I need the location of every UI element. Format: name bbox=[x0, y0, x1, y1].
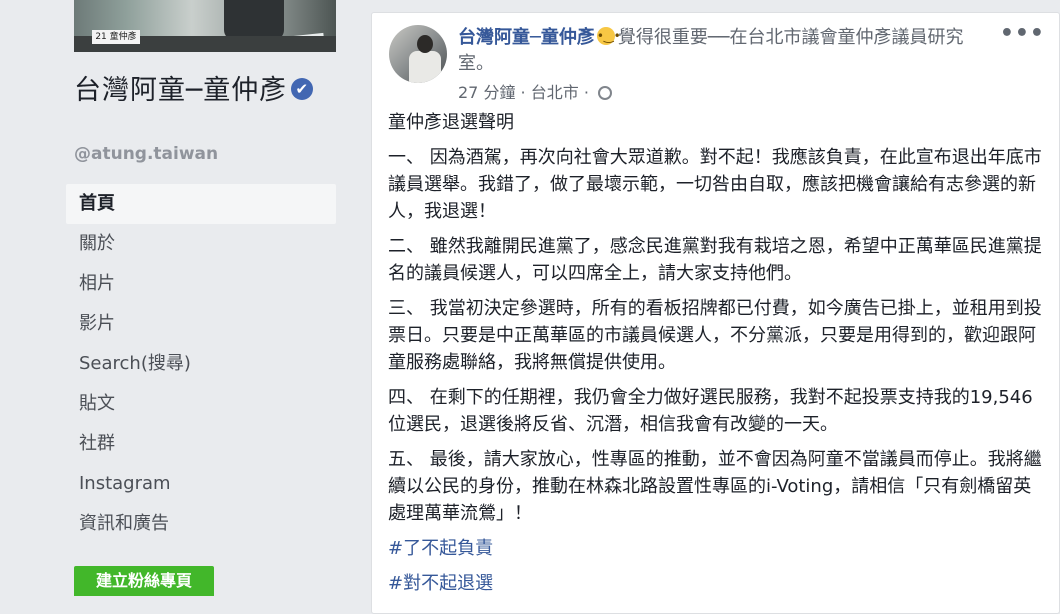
nav-item-community[interactable]: 社群 bbox=[66, 424, 336, 464]
page-nav: 首頁 關於 相片 影片 Search(搜尋) 貼文 社群 Instagram 資… bbox=[66, 184, 336, 544]
avatar-head bbox=[417, 35, 433, 53]
nav-item-videos[interactable]: 影片 bbox=[66, 304, 336, 344]
ellipsis-icon[interactable]: ••• bbox=[1000, 21, 1045, 46]
post-meta: 27 分鐘 · 台北市 · bbox=[458, 79, 612, 103]
left-sidebar: 21 童仲彥 台灣阿童─童仲彥 ✔ @atung.taiwan 首頁 關於 相片 … bbox=[0, 0, 352, 596]
nav-item-instagram[interactable]: Instagram bbox=[66, 464, 336, 504]
post-time[interactable]: 27 分鐘 bbox=[458, 83, 515, 102]
nav-item-about[interactable]: 關於 bbox=[66, 224, 336, 264]
globe-icon[interactable] bbox=[598, 85, 612, 100]
avatar-body bbox=[409, 51, 441, 83]
avatar[interactable] bbox=[389, 25, 447, 83]
hashtag-link[interactable]: #對不起退選 bbox=[388, 570, 1048, 597]
post-header: 台灣阿童─童仲彥 •‿•覺得很重要──在台北市議會童仲彥議員研究室。 bbox=[458, 25, 998, 77]
post-paragraph: 四、 在剩下的任期裡，我仍會全力做好選民服務，我對不起投票支持我的19,546位… bbox=[388, 387, 1033, 435]
post-paragraph: 五、 最後，請大家放心，性專區的推動，並不會因為阿童不當議員而停止。我將繼續以公… bbox=[388, 449, 1042, 524]
post-card: 台灣阿童─童仲彥 •‿•覺得很重要──在台北市議會童仲彥議員研究室。 27 分鐘 … bbox=[371, 12, 1060, 614]
cover-nameplate: 21 童仲彥 bbox=[92, 30, 140, 44]
page-handle[interactable]: @atung.taiwan bbox=[74, 144, 218, 164]
post-title: 童仲彥退選聲明 bbox=[388, 112, 514, 133]
nav-item-photos[interactable]: 相片 bbox=[66, 264, 336, 304]
post-content: 童仲彥退選聲明 一、 因為酒駕，再次向社會大眾道歉。對不起！我應該負責，在此宣布… bbox=[388, 109, 1048, 605]
cover-person bbox=[224, 0, 284, 40]
hashtag-link[interactable]: #了不起負責 bbox=[388, 535, 1048, 562]
nav-item-home[interactable]: 首頁 bbox=[66, 184, 336, 224]
feeling-emoji-icon: •‿• bbox=[596, 27, 621, 45]
verified-badge-icon: ✔ bbox=[291, 77, 314, 100]
page-name[interactable]: 台灣阿童─童仲彥 ✔ bbox=[74, 74, 314, 108]
poster-name[interactable]: 台灣阿童─童仲彥 bbox=[458, 27, 595, 48]
meta-separator: · bbox=[520, 83, 531, 102]
create-page-button[interactable]: 建立粉絲專頁 bbox=[74, 566, 214, 596]
post-paragraph: 三、 我當初決定參選時，所有的看板招牌都已付費，如今廣告已掛上，並租用到投票日。… bbox=[388, 298, 1042, 373]
post-location[interactable]: 台北市 bbox=[531, 83, 579, 102]
nav-item-search[interactable]: Search(搜尋) bbox=[66, 344, 336, 384]
post-paragraph: 二、 雖然我離開民進黨了，感念民進黨對我有栽培之恩，希望中正萬華區民進黨提名的議… bbox=[388, 236, 1042, 284]
nav-item-posts[interactable]: 貼文 bbox=[66, 384, 336, 424]
meta-separator-2: · bbox=[583, 83, 594, 102]
cover-photo[interactable]: 21 童仲彥 bbox=[74, 0, 336, 52]
post-paragraph: 一、 因為酒駕，再次向社會大眾道歉。對不起！我應該負責，在此宣布退出年底市議員選… bbox=[388, 147, 1042, 222]
page-name-text[interactable]: 台灣阿童─童仲彥 bbox=[74, 75, 287, 106]
nav-item-info-ads[interactable]: 資訊和廣告 bbox=[66, 504, 336, 544]
